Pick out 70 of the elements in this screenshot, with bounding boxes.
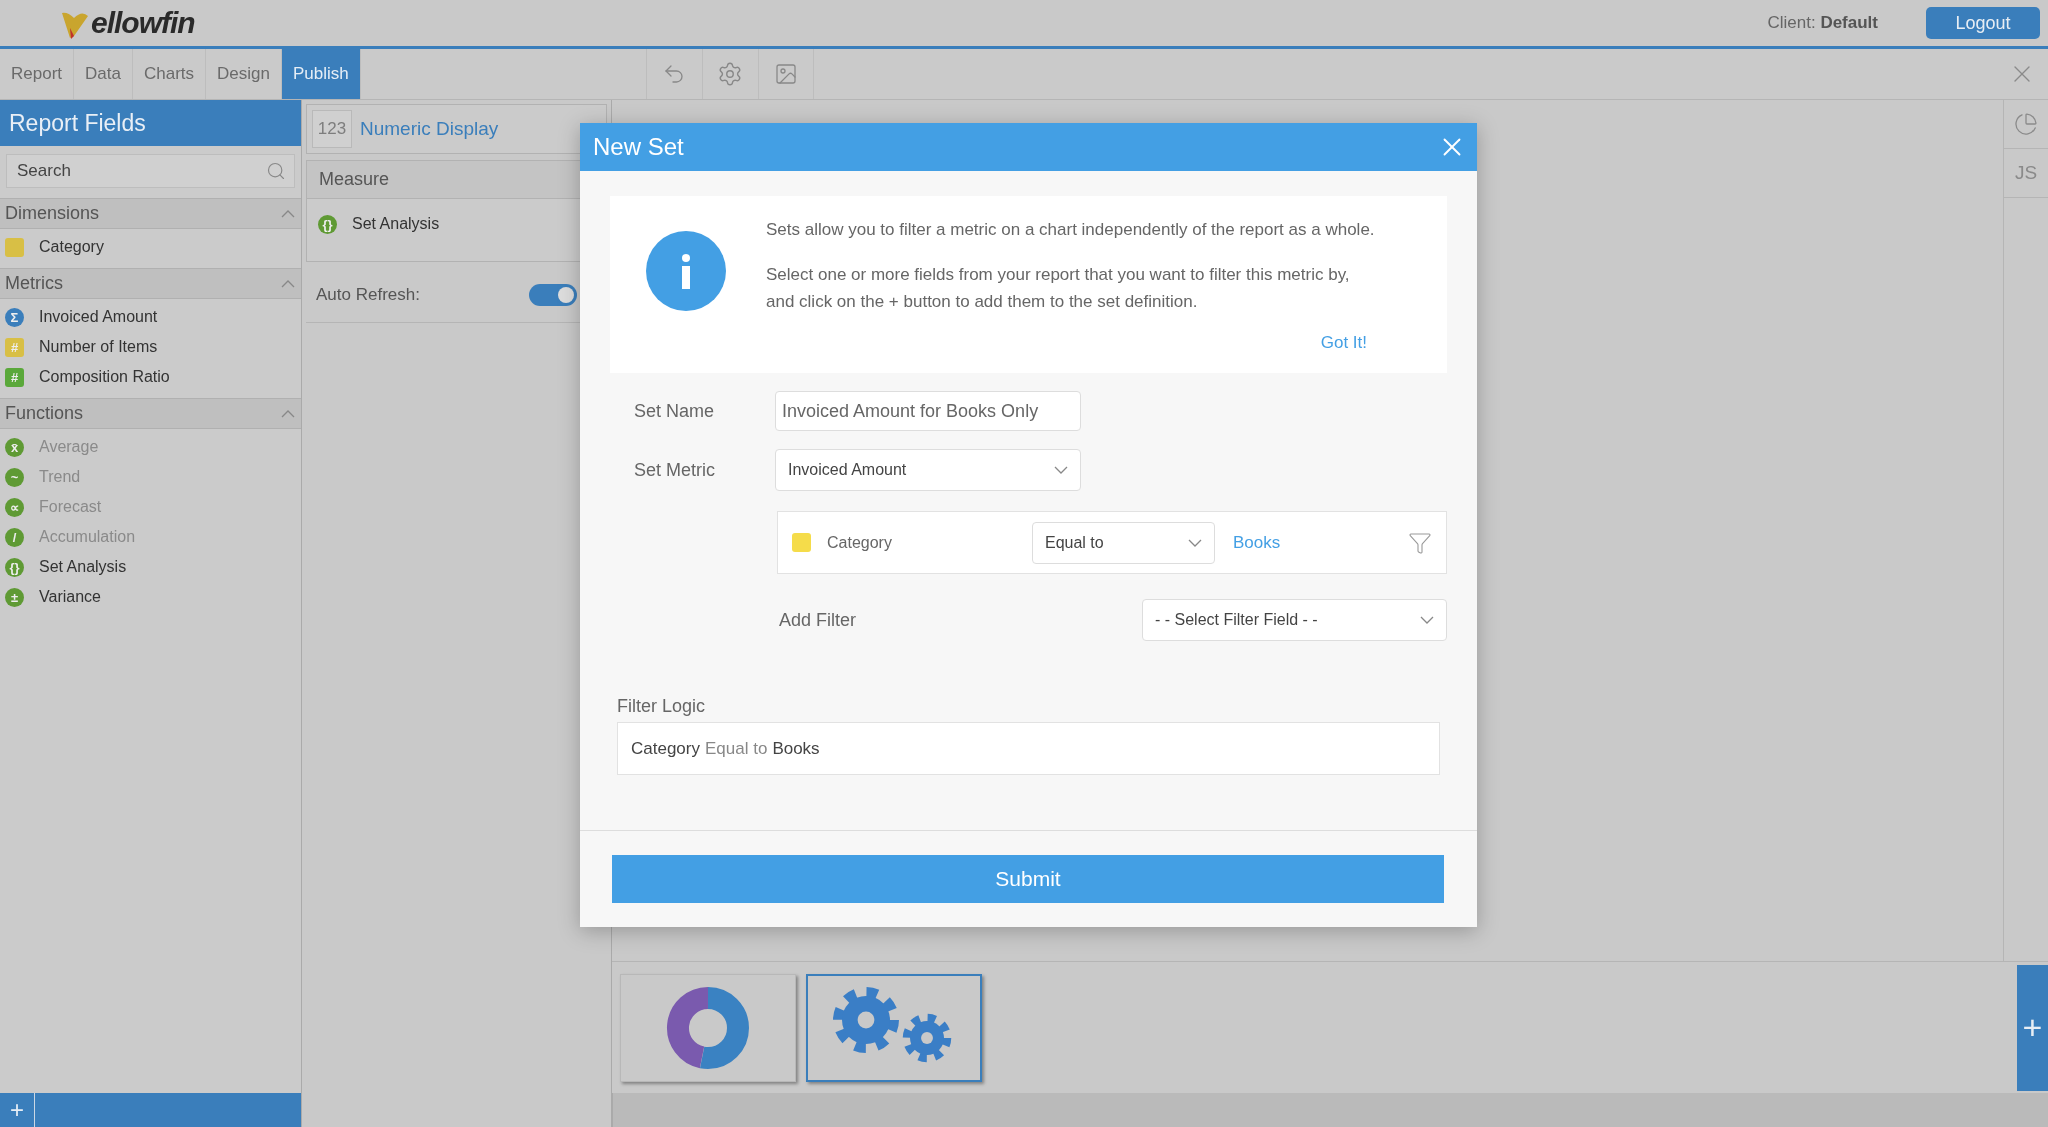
filter-field-name: Category	[827, 533, 893, 552]
logo-text: ellowfin	[91, 6, 195, 40]
chart-thumbnail[interactable]	[620, 973, 796, 1082]
add-button[interactable]: +	[0, 1093, 35, 1127]
got-it-link[interactable]: Got It!	[1320, 333, 1367, 353]
section-header[interactable]: Metrics	[0, 268, 301, 299]
field-type-icon: /	[5, 527, 24, 547]
filter-value-link[interactable]: Books	[1233, 532, 1408, 553]
field-item[interactable]: Set Analysis	[39, 558, 127, 576]
dialog-title: New Set	[593, 133, 684, 161]
logout-button[interactable]: Logout	[1926, 7, 2040, 39]
chart-type-badge: 123	[312, 110, 352, 148]
chevron-up-icon	[281, 279, 295, 288]
set-name-label: Set Name	[633, 400, 716, 422]
section-title: Metrics	[5, 273, 63, 294]
js-button[interactable]: JS	[2004, 149, 2048, 198]
field-item[interactable]: Variance	[39, 588, 101, 606]
tab[interactable]: Design	[206, 49, 282, 99]
section-title: Dimensions	[5, 203, 100, 224]
field-type-icon: ±	[5, 587, 24, 607]
info-paragraph: Sets allow you to filter a metric on a chart independently of the report as a whole.	[766, 219, 1376, 241]
filter-field-dropdown[interactable]: - - Select Filter Field - -	[1142, 599, 1447, 641]
filter-logic-term: Category	[631, 738, 700, 759]
chevron-up-icon	[281, 409, 295, 418]
field-item[interactable]: Invoiced Amount	[39, 308, 158, 326]
chart-type-name[interactable]: Numeric Display	[360, 118, 499, 140]
field-type-icon: x̄	[5, 437, 24, 457]
field-type-icon: #	[5, 367, 24, 387]
chevron-down-icon	[1188, 538, 1202, 547]
chevron-down-icon	[1054, 466, 1068, 474]
auto-refresh-label: Auto Refresh:	[316, 285, 420, 305]
info-paragraph: Select one or more fields from your report that you want to filter this metric by, and click on the + button to add them to the set definition.	[766, 264, 1351, 313]
section-title: Functions	[5, 403, 84, 424]
add-chart-button[interactable]: +	[2017, 964, 2048, 1091]
field-item[interactable]: Category	[39, 238, 104, 256]
panel-title: Report Fields	[0, 100, 301, 146]
image-icon[interactable]	[773, 62, 798, 86]
search-icon	[266, 161, 286, 181]
field-item[interactable]: Number of Items	[39, 338, 158, 356]
section-header[interactable]: Functions	[0, 398, 301, 429]
chevron-up-icon	[281, 209, 295, 218]
pie-chart-icon[interactable]	[2014, 112, 2038, 136]
field-item[interactable]: Composition Ratio	[39, 368, 170, 386]
operator-dropdown[interactable]: Equal to	[1032, 521, 1215, 564]
submit-button[interactable]: Submit	[612, 855, 1444, 903]
set-metric-label: Set Metric	[633, 459, 717, 481]
field-type-icon: Σ	[5, 307, 24, 327]
set-name-field[interactable]: Invoiced Amount for Books Only	[775, 391, 1081, 431]
logo-mark-icon	[60, 10, 90, 40]
tab[interactable]: Charts	[132, 49, 207, 99]
auto-refresh-toggle[interactable]	[529, 284, 577, 306]
tab[interactable]: Data	[74, 49, 133, 99]
field-type-icon: ∝	[5, 497, 24, 517]
set-metric-dropdown[interactable]: Invoiced Amount	[775, 449, 1081, 491]
tab[interactable]: Publish	[281, 49, 361, 99]
tab[interactable]: Report	[0, 49, 75, 99]
filter-logic-term: Books	[772, 738, 820, 759]
measure-item[interactable]: {} Set Analysis	[313, 209, 600, 239]
search-field[interactable]: Search	[6, 154, 295, 188]
client-label: Client: Default	[1767, 13, 1878, 33]
function-icon: {}	[318, 214, 337, 234]
add-filter-label: Add Filter	[779, 609, 857, 631]
field-type-icon: #	[5, 337, 24, 357]
filter-icon[interactable]	[1408, 530, 1432, 555]
field-type-icon: ~	[5, 467, 24, 487]
filter-logic-term: Equal to	[705, 738, 768, 759]
section-header[interactable]: Dimensions	[0, 198, 301, 229]
filter-logic-label: Filter Logic	[617, 696, 707, 717]
field-type-icon: {}	[5, 557, 24, 577]
chevron-down-icon	[1420, 616, 1434, 624]
